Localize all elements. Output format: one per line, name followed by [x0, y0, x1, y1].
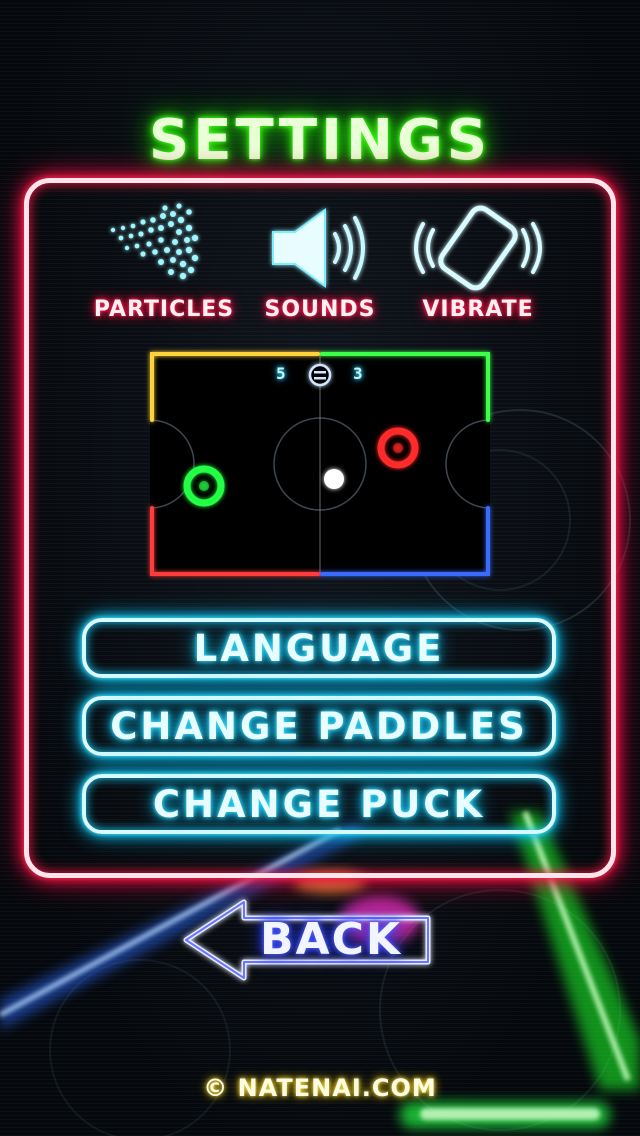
- language-button[interactable]: LANGUAGE: [82, 618, 556, 678]
- score-right: 3: [353, 364, 363, 383]
- vibrate-phone-icon: [414, 205, 542, 291]
- language-button-label: LANGUAGE: [193, 626, 445, 670]
- particles-toggle[interactable]: PARTICLES: [74, 200, 254, 330]
- copyright-footer: © NATENAI.COM: [203, 1074, 437, 1102]
- change-paddles-button-label: CHANGE PADDLES: [110, 704, 528, 748]
- table-preview: [146, 348, 494, 580]
- sounds-toggle[interactable]: SOUNDS: [230, 200, 410, 330]
- sounds-label: SOUNDS: [264, 297, 376, 322]
- vibrate-toggle[interactable]: VIBRATE: [388, 200, 568, 330]
- vibrate-label: VIBRATE: [422, 297, 534, 322]
- change-puck-button-label: CHANGE PUCK: [152, 782, 486, 826]
- page-title: SETTINGS: [148, 108, 492, 173]
- change-paddles-button[interactable]: CHANGE PADDLES: [82, 696, 556, 756]
- pause-icon: [308, 363, 332, 387]
- change-puck-button[interactable]: CHANGE PUCK: [82, 774, 556, 834]
- particles-label: PARTICLES: [93, 297, 235, 322]
- settings-screen: SETTINGS PARTICLES SOUNDS VIBRATE 5 3 LA…: [0, 0, 640, 1136]
- back-button[interactable]: BACK: [180, 896, 436, 984]
- score-left: 5: [276, 364, 286, 383]
- particles-icon: [110, 203, 199, 280]
- speaker-icon: [272, 208, 365, 288]
- back-button-label: BACK: [260, 914, 402, 965]
